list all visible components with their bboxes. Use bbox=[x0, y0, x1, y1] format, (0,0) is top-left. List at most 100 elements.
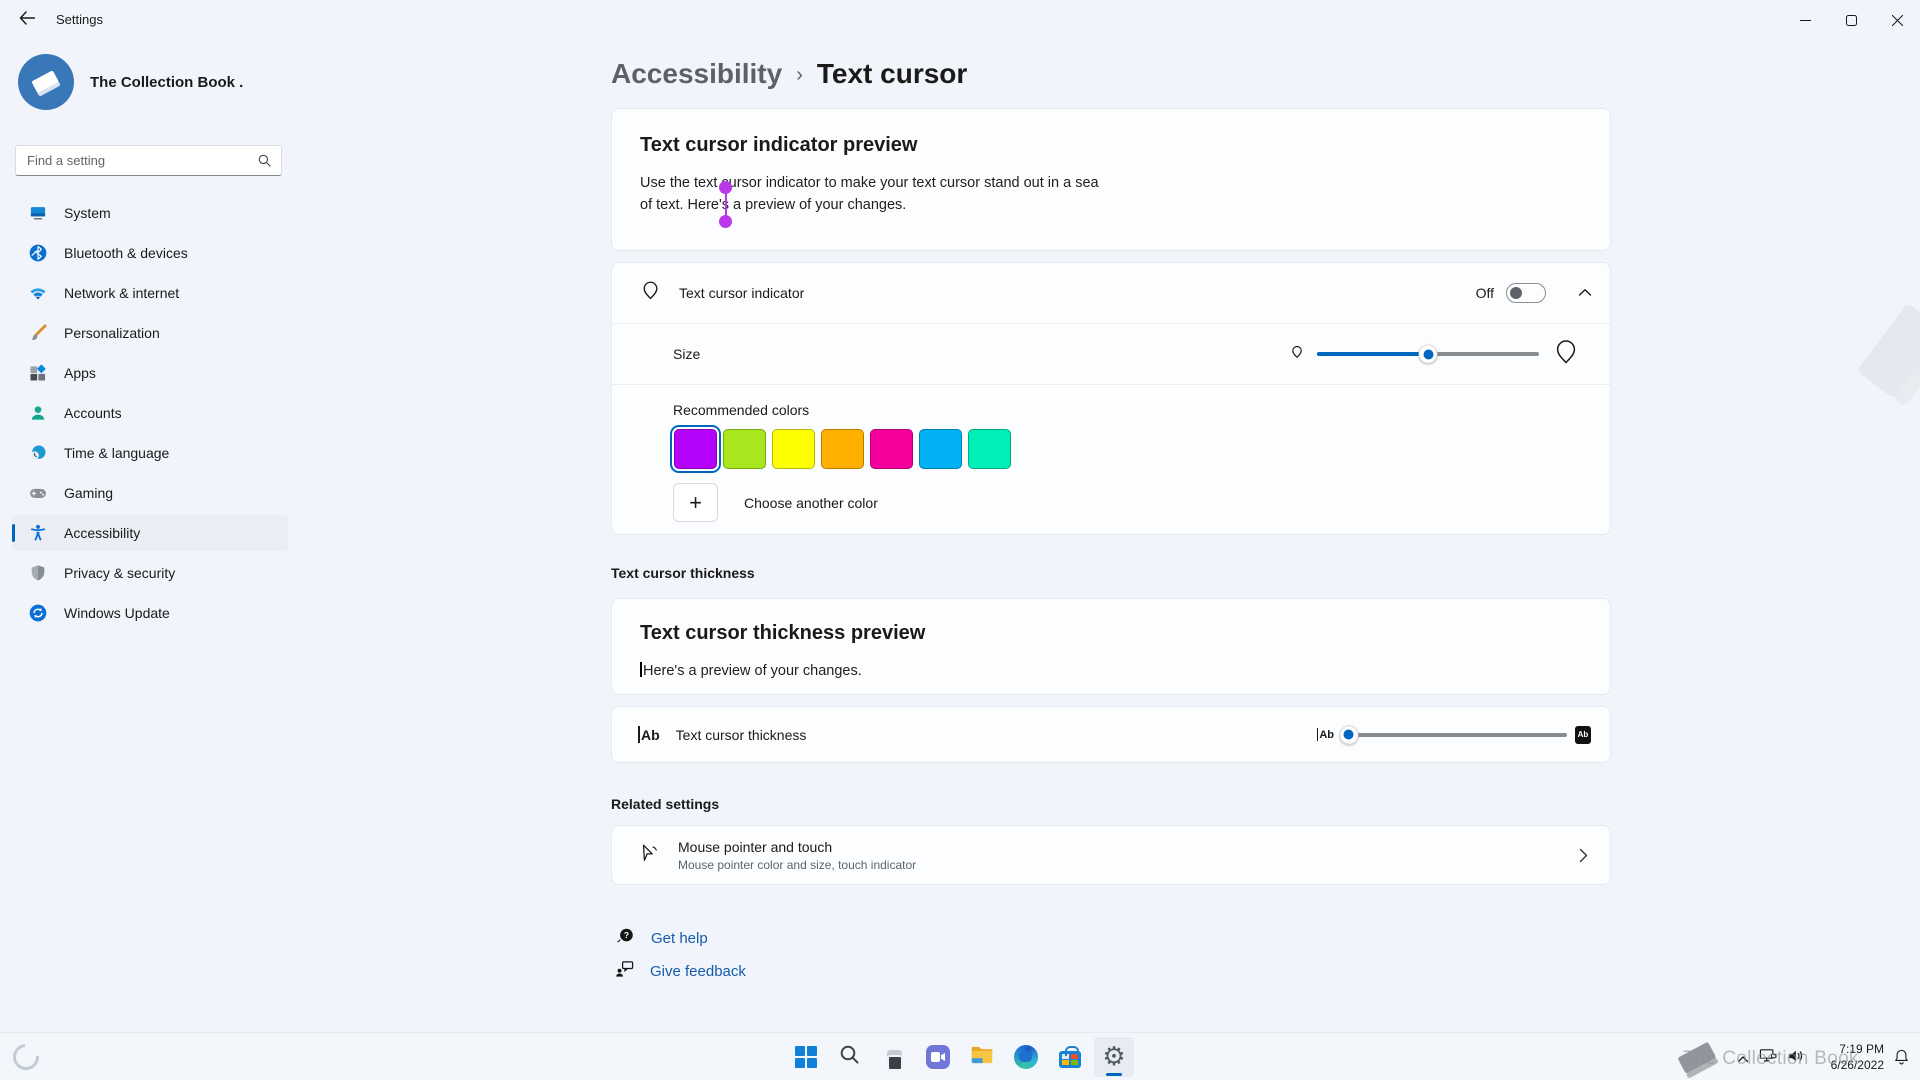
book-icon bbox=[32, 70, 60, 96]
give-feedback-link[interactable]: Give feedback bbox=[650, 963, 746, 980]
sidebar-item-label: Windows Update bbox=[64, 605, 170, 621]
task-view-button[interactable] bbox=[874, 1037, 914, 1077]
size-row: Size bbox=[612, 324, 1610, 384]
thickness-section-heading: Text cursor thickness bbox=[611, 565, 755, 581]
store-button[interactable] bbox=[1050, 1037, 1090, 1077]
page-title: Text cursor bbox=[816, 58, 968, 89]
sidebar-item-label: Privacy & security bbox=[64, 565, 176, 581]
sidebar-item-accessibility[interactable]: Accessibility bbox=[12, 515, 288, 551]
plus-icon: + bbox=[689, 489, 702, 515]
sidebar-item-bluetooth[interactable]: Bluetooth & devices bbox=[12, 235, 288, 271]
file-explorer-button[interactable] bbox=[962, 1037, 1002, 1077]
search-box[interactable] bbox=[15, 145, 282, 176]
tray-clock[interactable]: 7:19 PM 6/26/2022 bbox=[1831, 1041, 1884, 1073]
taskbar-search-button[interactable] bbox=[830, 1037, 870, 1077]
indicator-toggle[interactable] bbox=[1506, 283, 1546, 303]
titlebar: Settings bbox=[0, 0, 1920, 40]
color-swatch-orange[interactable] bbox=[821, 429, 864, 469]
search-input[interactable] bbox=[16, 153, 257, 168]
color-swatch-teal[interactable] bbox=[968, 429, 1011, 469]
wifi-icon bbox=[28, 283, 48, 303]
sidebar-item-label: Bluetooth & devices bbox=[64, 245, 188, 261]
mouse-pointer-icon bbox=[638, 842, 660, 869]
thickness-slider[interactable] bbox=[1339, 725, 1567, 744]
drop-large-icon bbox=[1552, 338, 1580, 371]
indicator-toggle-row[interactable]: Text cursor indicator Off bbox=[612, 263, 1610, 323]
give-feedback-row[interactable]: Give feedback bbox=[615, 959, 746, 983]
chat-icon bbox=[926, 1045, 950, 1069]
tray-time-value: 7:19 PM bbox=[1839, 1042, 1884, 1056]
tray-book-logo bbox=[1672, 1035, 1724, 1080]
get-help-link[interactable]: Get help bbox=[651, 930, 708, 947]
thickness-slider-row: Ab Text cursor thickness Ab Ab bbox=[611, 706, 1611, 763]
sidebar-item-network[interactable]: Network & internet bbox=[12, 275, 288, 311]
color-swatch-purple[interactable] bbox=[674, 429, 717, 469]
sidebar-item-system[interactable]: System bbox=[12, 195, 288, 231]
size-slider-thumb[interactable] bbox=[1418, 344, 1438, 364]
accessibility-icon bbox=[28, 523, 48, 543]
chevron-right-icon bbox=[1579, 848, 1588, 863]
sidebar-item-personalization[interactable]: Personalization bbox=[12, 315, 288, 351]
thick-ab-icon: Ab bbox=[1575, 725, 1591, 744]
volume-icon[interactable] bbox=[1787, 1048, 1804, 1069]
close-button[interactable] bbox=[1874, 0, 1920, 40]
color-swatch-yellow[interactable] bbox=[772, 429, 815, 469]
sidebar-item-windows-update[interactable]: Windows Update bbox=[12, 595, 288, 631]
thickness-preview-text-wrap: Here's a preview of your changes. bbox=[640, 660, 1582, 682]
user-name: The Collection Book . bbox=[90, 73, 244, 91]
sidebar-item-privacy[interactable]: Privacy & security bbox=[12, 555, 288, 591]
settings-button[interactable]: ⚙ bbox=[1094, 1037, 1134, 1077]
clock-globe-icon bbox=[28, 443, 48, 463]
file-explorer-icon bbox=[969, 1042, 995, 1073]
sidebar: The Collection Book . System Bluetooth &… bbox=[0, 40, 300, 1032]
size-slider[interactable] bbox=[1317, 344, 1539, 364]
breadcrumb-parent[interactable]: Accessibility bbox=[611, 58, 782, 90]
sidebar-item-label: Time & language bbox=[64, 445, 170, 461]
sidebar-item-label: System bbox=[64, 205, 111, 221]
start-button[interactable] bbox=[786, 1037, 826, 1077]
color-swatch-green[interactable] bbox=[723, 429, 766, 469]
store-icon bbox=[1059, 1046, 1081, 1068]
thin-cursor-ab-icon: Ab bbox=[638, 726, 660, 743]
content-watermark bbox=[1824, 270, 1920, 434]
apps-icon bbox=[28, 363, 48, 383]
notification-bell-icon[interactable] bbox=[1893, 1048, 1910, 1070]
color-swatch-pink[interactable] bbox=[870, 429, 913, 469]
back-button[interactable] bbox=[10, 4, 44, 36]
drop-indicator-icon bbox=[640, 280, 661, 306]
get-help-row[interactable]: ? Get help bbox=[617, 927, 708, 950]
network-icon[interactable] bbox=[1759, 1048, 1777, 1069]
sidebar-item-gaming[interactable]: Gaming bbox=[12, 475, 288, 511]
chat-button[interactable] bbox=[918, 1037, 958, 1077]
minimize-button[interactable] bbox=[1782, 0, 1828, 40]
recommended-colors-section: Recommended colors + Choose another colo… bbox=[612, 385, 1610, 534]
mouse-pointer-touch-row[interactable]: Mouse pointer and touch Mouse pointer co… bbox=[611, 825, 1611, 885]
edge-button[interactable] bbox=[1006, 1037, 1046, 1077]
drop-small-icon bbox=[1290, 345, 1304, 364]
sidebar-item-apps[interactable]: Apps bbox=[12, 355, 288, 391]
chevron-up-icon[interactable] bbox=[1578, 284, 1592, 302]
breadcrumb: Accessibility › Text cursor bbox=[611, 58, 967, 90]
thickness-preview-title: Text cursor thickness preview bbox=[640, 622, 926, 644]
recommended-colors-label: Recommended colors bbox=[673, 402, 810, 418]
sidebar-item-accounts[interactable]: Accounts bbox=[12, 395, 288, 431]
thin-ab-icon: Ab bbox=[1316, 728, 1334, 741]
tray-date-value: 6/26/2022 bbox=[1830, 1058, 1884, 1072]
thickness-slider-thumb[interactable] bbox=[1339, 725, 1359, 744]
edge-icon bbox=[1014, 1045, 1038, 1069]
add-color-button[interactable]: + bbox=[673, 483, 718, 522]
color-swatch-blue[interactable] bbox=[919, 429, 962, 469]
update-icon bbox=[28, 603, 48, 623]
search-icon bbox=[257, 153, 272, 168]
breadcrumb-separator: › bbox=[796, 64, 803, 86]
sidebar-item-time-language[interactable]: Time & language bbox=[12, 435, 288, 471]
toggle-state-label: Off bbox=[1475, 285, 1494, 301]
user-profile[interactable]: The Collection Book . bbox=[18, 54, 243, 110]
indicator-row-label: Text cursor indicator bbox=[679, 285, 805, 301]
system-icon bbox=[28, 203, 48, 223]
indicator-settings-card: Text cursor indicator Off Size Recommend… bbox=[611, 262, 1611, 535]
indicator-preview-description: Use the text cursor indicator to make yo… bbox=[640, 175, 1099, 213]
maximize-button[interactable] bbox=[1828, 0, 1874, 40]
avatar bbox=[18, 54, 74, 110]
hidden-icons-chevron[interactable] bbox=[1737, 1050, 1749, 1068]
